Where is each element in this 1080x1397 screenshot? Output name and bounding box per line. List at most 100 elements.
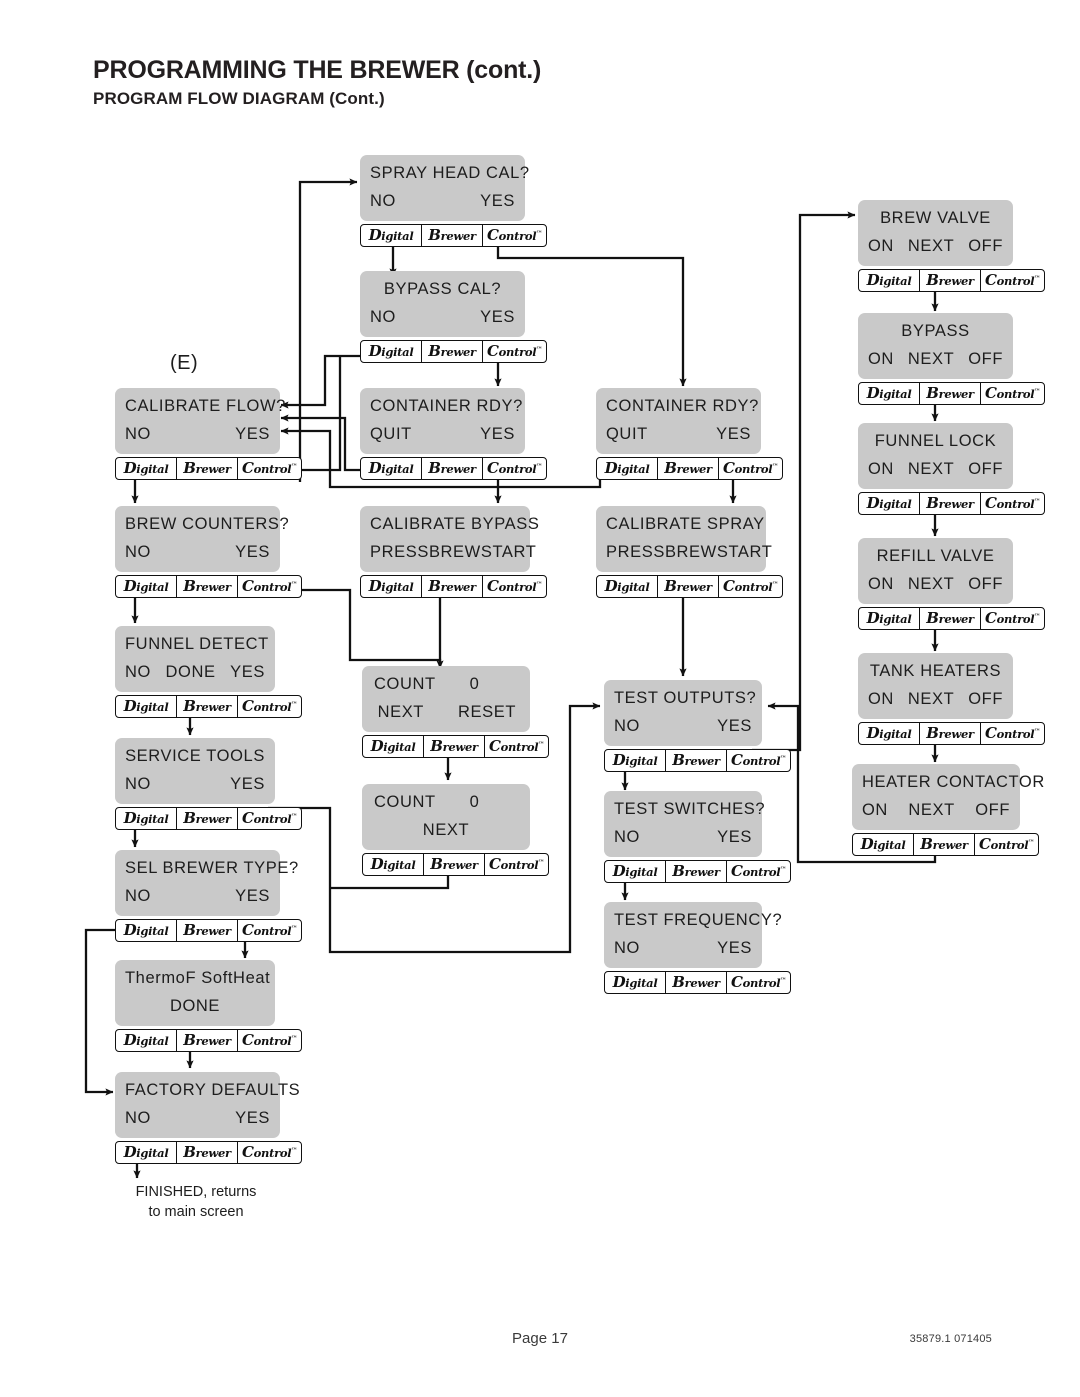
node-container-rdy-bypass[interactable]: CONTAINER RDY? QUIT YES Digital Brewer C…: [360, 388, 547, 480]
screen-title: BREW COUNTERS?: [125, 515, 290, 533]
option-on[interactable]: ON: [868, 458, 894, 480]
option-off[interactable]: OFF: [968, 573, 1003, 595]
node-brew-valve[interactable]: BREW VALVE ON NEXT OFF Digital Brewer Co…: [858, 200, 1045, 292]
node-refill-valve[interactable]: REFILL VALVE ON NEXT OFF Digital Brewer …: [858, 538, 1045, 630]
option-next[interactable]: NEXT: [423, 819, 469, 841]
node-calibrate-bypass[interactable]: CALIBRATE BYPASS PRESS BREW START Digita…: [360, 506, 547, 598]
node-calibrate-spray[interactable]: CALIBRATE SPRAY PRESS BREW START Digital…: [596, 506, 783, 598]
node-service-tools[interactable]: SERVICE TOOLS NO YES Digital Brewer Cont…: [115, 738, 302, 830]
option-next[interactable]: NEXT: [894, 235, 968, 257]
option-next[interactable]: NEXT: [894, 688, 968, 710]
node-factory-defaults[interactable]: FACTORY DEFAULTS NO YES Digital Brewer C…: [115, 1072, 302, 1164]
option-right[interactable]: YES: [230, 773, 265, 795]
option-right[interactable]: YES: [716, 423, 751, 445]
node-funnel-detect[interactable]: FUNNEL DETECT NO DONE YES Digital Brewer…: [115, 626, 302, 718]
option-right[interactable]: YES: [235, 885, 270, 907]
node-count-reset[interactable]: COUNT 0 NEXT RESET Digital Brewer Control…: [362, 666, 549, 758]
node-bypass[interactable]: BYPASS ON NEXT OFF Digital Brewer Contro…: [858, 313, 1045, 405]
node-test-switches[interactable]: TEST SWITCHES? NO YES Digital Brewer Con…: [604, 791, 791, 883]
badge-cell-brewer: Brewer: [177, 1141, 238, 1163]
node-tank-heaters[interactable]: TANK HEATERS ON NEXT OFF Digital Brewer …: [858, 653, 1045, 745]
screen-heater-contactor: HEATER CONTACTOR ON NEXT OFF: [852, 764, 1045, 830]
badge-cell-control: Control™: [489, 736, 544, 755]
option-right: START: [480, 543, 537, 562]
option-left[interactable]: NO: [370, 190, 396, 212]
screen-bypass-cal: BYPASS CAL? NO YES: [360, 271, 525, 337]
option-left[interactable]: NO: [125, 541, 151, 563]
option-left[interactable]: NO: [125, 661, 151, 683]
option-off[interactable]: OFF: [968, 688, 1003, 710]
screen-funnel-lock: FUNNEL LOCK ON NEXT OFF: [858, 423, 1013, 489]
option-reset[interactable]: RESET: [458, 701, 516, 723]
option-left[interactable]: NO: [614, 826, 640, 848]
option-right[interactable]: YES: [235, 1107, 270, 1129]
dbc-badge: Digital Brewer Control™: [115, 1028, 302, 1052]
option-right[interactable]: YES: [717, 715, 752, 737]
screen-test-frequency: TEST FREQUENCY? NO YES: [604, 902, 782, 968]
dbc-badge: Digital Brewer Control™: [115, 918, 302, 942]
option-right[interactable]: YES: [235, 423, 270, 445]
option-left[interactable]: NO: [125, 423, 151, 445]
badge-cell-control: Control™: [242, 1030, 297, 1049]
option-right[interactable]: YES: [480, 306, 515, 328]
option-right[interactable]: YES: [235, 541, 270, 563]
node-bypass-cal[interactable]: BYPASS CAL? NO YES Digital Brewer Contro…: [360, 271, 547, 363]
option-next[interactable]: NEXT: [378, 701, 424, 723]
badge-cell-digital: Digital: [116, 457, 177, 479]
option-mid[interactable]: DONE: [151, 661, 230, 683]
option-left[interactable]: NO: [125, 885, 151, 907]
option-right[interactable]: YES: [480, 190, 515, 212]
badge-cell-control: Control™: [242, 1142, 297, 1161]
option-left[interactable]: QUIT: [370, 423, 412, 445]
option-left[interactable]: NO: [614, 715, 640, 737]
option-left[interactable]: QUIT: [606, 423, 648, 445]
option-right[interactable]: YES: [717, 937, 752, 959]
badge-cell-control: Control™: [487, 458, 542, 477]
option-on[interactable]: ON: [868, 573, 894, 595]
option-mid: BREW: [664, 543, 717, 562]
option-left[interactable]: NO: [125, 773, 151, 795]
node-count-next[interactable]: COUNT 0 NEXT Digital Brewer Control™: [362, 784, 549, 876]
node-brew-counters[interactable]: BREW COUNTERS? NO YES Digital Brewer Con…: [115, 506, 302, 598]
option-next[interactable]: NEXT: [894, 458, 968, 480]
dbc-badge: Digital Brewer Control™: [362, 734, 549, 758]
option-right[interactable]: YES: [717, 826, 752, 848]
option-left[interactable]: NO: [125, 1107, 151, 1129]
option-right[interactable]: YES: [480, 423, 515, 445]
node-container-rdy-spray[interactable]: CONTAINER RDY? QUIT YES Digital Brewer C…: [596, 388, 783, 480]
option-off[interactable]: OFF: [968, 458, 1003, 480]
screen-title: HEATER CONTACTOR: [862, 773, 1045, 791]
node-test-frequency[interactable]: TEST FREQUENCY? NO YES Digital Brewer Co…: [604, 902, 791, 994]
option-off[interactable]: OFF: [968, 235, 1003, 257]
badge-cell-digital: Digital: [853, 833, 914, 855]
badge-cell-digital: Digital: [361, 575, 422, 597]
option-next[interactable]: NEXT: [888, 799, 975, 821]
node-calibrate-flow[interactable]: CALIBRATE FLOW? NO YES Digital Brewer Co…: [115, 388, 302, 480]
option-done[interactable]: DONE: [170, 995, 220, 1017]
option-off[interactable]: OFF: [975, 799, 1010, 821]
option-next[interactable]: NEXT: [894, 348, 968, 370]
screen-test-switches: TEST SWITCHES? NO YES: [604, 791, 765, 857]
node-spray-head-cal[interactable]: SPRAY HEAD CAL? NO YES DDigitaligital Br…: [360, 155, 547, 247]
option-on[interactable]: ON: [868, 348, 894, 370]
option-right[interactable]: YES: [230, 661, 265, 683]
node-test-outputs[interactable]: TEST OUTPUTS? NO YES Digital Brewer Cont…: [604, 680, 791, 772]
badge-cell-control: Control™: [985, 723, 1040, 742]
node-heater-contactor[interactable]: HEATER CONTACTOR ON NEXT OFF Digital Bre…: [852, 764, 1045, 856]
screen-title: SERVICE TOOLS: [125, 747, 265, 765]
badge-cell-digital: Digital: [859, 269, 920, 291]
screen-thermof-softheat: ThermoF SoftHeat DONE: [115, 960, 275, 1026]
badge-cell-digital: Digital: [361, 457, 422, 479]
node-thermof-softheat[interactable]: ThermoF SoftHeat DONE Digital Brewer Con…: [115, 960, 302, 1052]
option-left[interactable]: NO: [370, 306, 396, 328]
option-next[interactable]: NEXT: [894, 573, 968, 595]
option-on[interactable]: ON: [862, 799, 888, 821]
screen-calibrate-spray: CALIBRATE SPRAY PRESS BREW START: [596, 506, 772, 572]
option-off[interactable]: OFF: [968, 348, 1003, 370]
option-on[interactable]: ON: [868, 688, 894, 710]
badge-cell-control: Control™: [979, 834, 1034, 853]
option-on[interactable]: ON: [868, 235, 894, 257]
option-left[interactable]: NO: [614, 937, 640, 959]
node-funnel-lock[interactable]: FUNNEL LOCK ON NEXT OFF Digital Brewer C…: [858, 423, 1045, 515]
node-sel-brewer-type[interactable]: SEL BREWER TYPE? NO YES Digital Brewer C…: [115, 850, 302, 942]
